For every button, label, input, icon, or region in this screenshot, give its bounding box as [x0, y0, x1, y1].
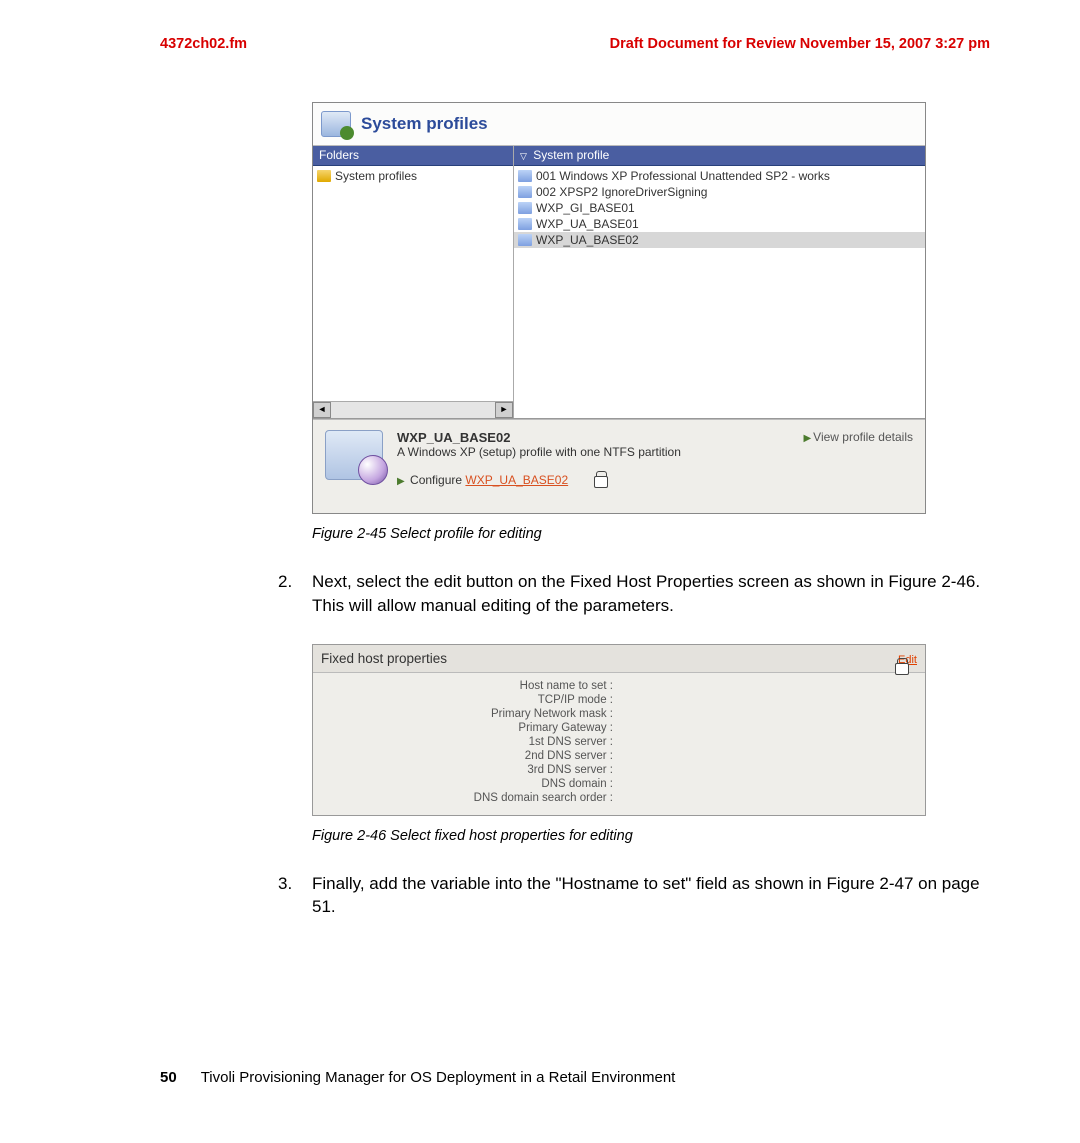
view-profile-details-link[interactable]: ▶View profile details	[803, 430, 913, 487]
step-3: 3. Finally, add the variable into the "H…	[278, 872, 990, 920]
system-profile-icon	[321, 111, 351, 137]
profile-item[interactable]: 002 XPSP2 IgnoreDriverSigning	[514, 184, 925, 200]
property-row: 2nd DNS server :	[313, 749, 925, 763]
system-profiles-title: System profiles	[361, 114, 488, 134]
profile-item[interactable]: 001 Windows XP Professional Unattended S…	[514, 168, 925, 184]
profile-item[interactable]: WXP_UA_BASE02	[514, 232, 925, 248]
step-2: 2. Next, select the edit button on the F…	[278, 570, 990, 618]
figure-2-46-caption: Figure 2-46 Select fixed host properties…	[312, 828, 990, 844]
configure-link[interactable]: WXP_UA_BASE02	[465, 473, 568, 487]
property-row: 3rd DNS server :	[313, 763, 925, 777]
property-row: TCP/IP mode :	[313, 693, 925, 707]
folders-scrollbar[interactable]: ◄ ►	[313, 401, 513, 418]
profile-icon	[518, 170, 532, 182]
profile-icon	[518, 202, 532, 214]
profile-details-pane: WXP_UA_BASE02 A Windows XP (setup) profi…	[313, 419, 925, 513]
profile-icon	[518, 234, 532, 246]
system-profile-header: ▽ System profile	[514, 146, 925, 166]
folders-pane: System profiles	[313, 166, 513, 401]
triangle-icon: ▶	[803, 433, 811, 444]
profile-item[interactable]: WXP_GI_BASE01	[514, 200, 925, 216]
property-row: DNS domain :	[313, 777, 925, 791]
folders-header: Folders	[313, 146, 513, 166]
profile-name: WXP_UA_BASE02	[397, 430, 789, 445]
profile-desc: A Windows XP (setup) profile with one NT…	[397, 445, 789, 459]
figure-2-45: System profiles Folders System profiles …	[312, 102, 926, 514]
fixed-host-title: Fixed host properties	[321, 651, 447, 666]
cursor-icon	[894, 658, 909, 675]
folder-icon	[317, 170, 331, 182]
profile-thumbnail-icon	[325, 430, 383, 480]
property-row: Primary Network mask :	[313, 707, 925, 721]
property-row: Primary Gateway :	[313, 721, 925, 735]
system-profiles-titlebar: System profiles	[313, 103, 925, 146]
profile-icon	[518, 186, 532, 198]
figure-2-45-caption: Figure 2-45 Select profile for editing	[312, 526, 990, 542]
page-footer: 50 Tivoli Provisioning Manager for OS De…	[160, 1069, 990, 1086]
profile-icon	[518, 218, 532, 230]
cursor-icon	[593, 471, 608, 488]
property-row: 1st DNS server :	[313, 735, 925, 749]
triangle-icon: ▶	[397, 476, 405, 487]
book-title: Tivoli Provisioning Manager for OS Deplo…	[201, 1069, 676, 1086]
property-row: Host name to set :	[313, 679, 925, 693]
fixed-host-properties-list: Host name to set :TCP/IP mode :Primary N…	[313, 673, 925, 815]
figure-2-46: Fixed host properties Edit Host name to …	[312, 644, 926, 816]
header-draft: Draft Document for Review November 15, 2…	[610, 36, 990, 52]
scroll-left-icon[interactable]: ◄	[313, 402, 331, 418]
dropdown-arrow-icon: ▽	[520, 151, 527, 161]
property-row: DNS domain search order :	[313, 791, 925, 805]
profiles-pane: 001 Windows XP Professional Unattended S…	[514, 166, 925, 418]
configure-label: Configure	[410, 473, 465, 487]
folder-item[interactable]: System profiles	[313, 168, 513, 184]
header-file: 4372ch02.fm	[160, 36, 247, 52]
scroll-right-icon[interactable]: ►	[495, 402, 513, 418]
page-number: 50	[160, 1069, 177, 1086]
profile-item[interactable]: WXP_UA_BASE01	[514, 216, 925, 232]
